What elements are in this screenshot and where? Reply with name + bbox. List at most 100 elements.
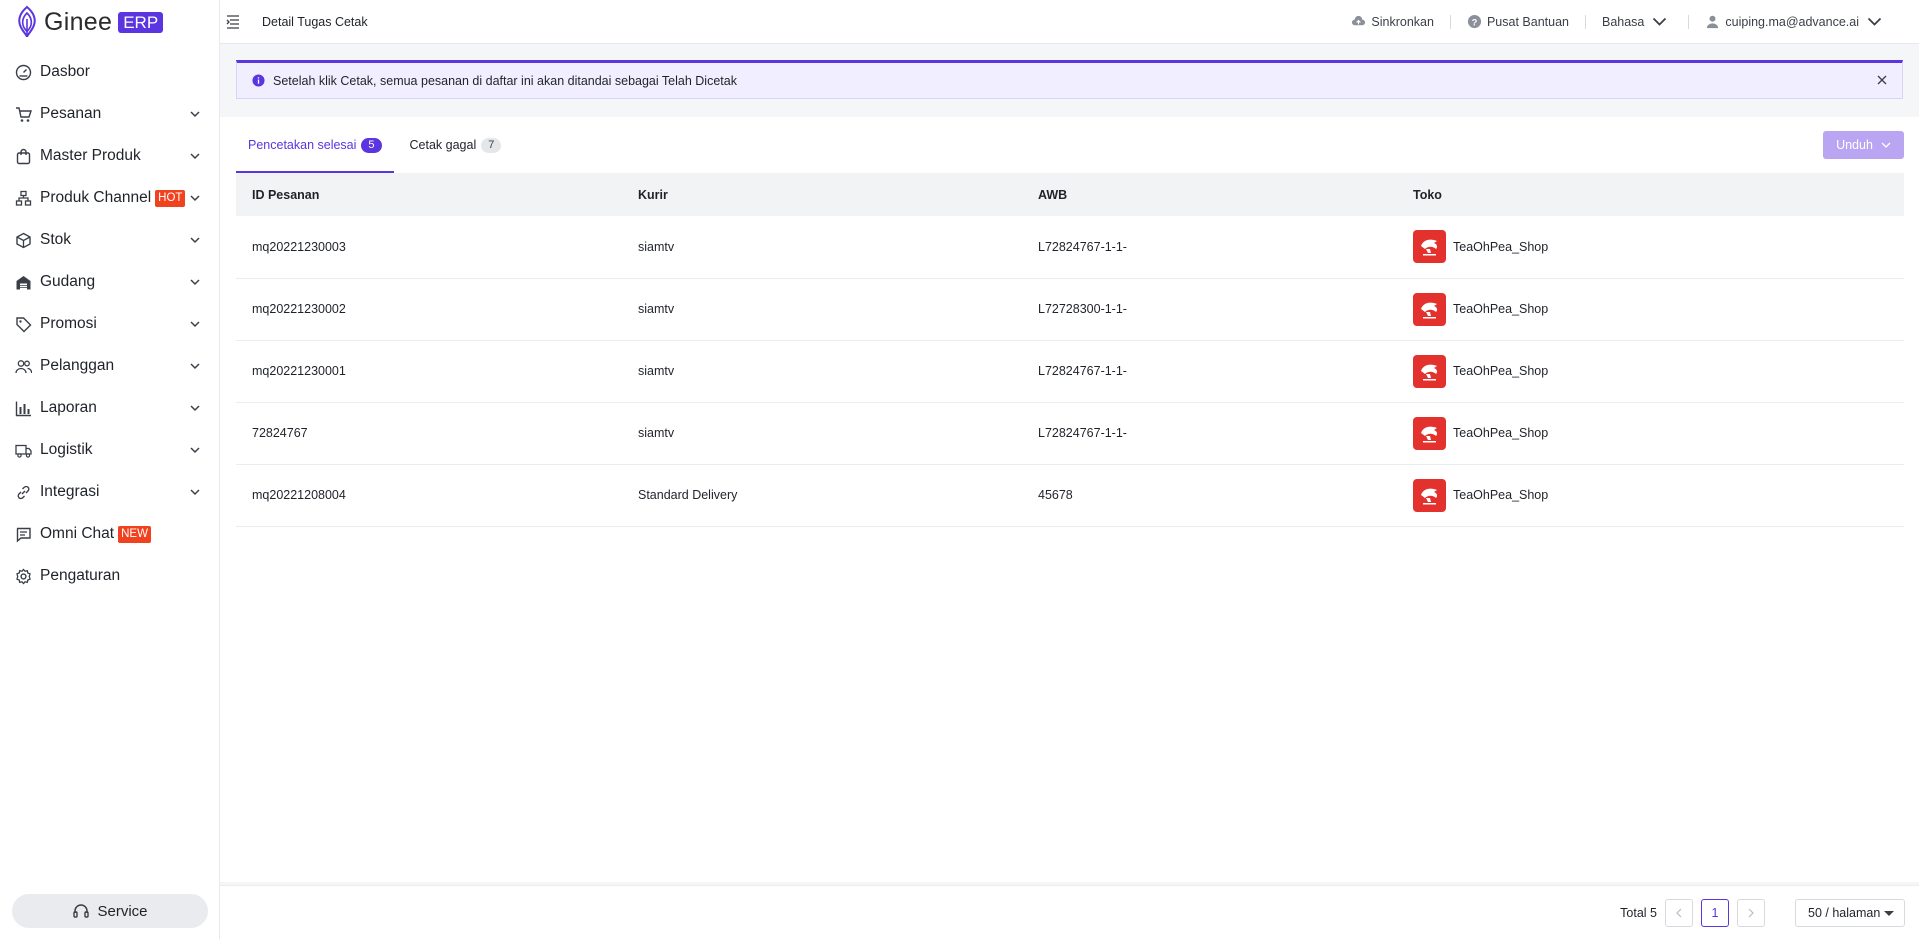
sidebar-item-label: Stok bbox=[40, 231, 72, 248]
dashboard-icon bbox=[15, 64, 32, 81]
pagination-bar: Total 5 1 50 / halaman bbox=[220, 885, 1919, 939]
menu-collapse-icon[interactable] bbox=[224, 13, 242, 31]
awb-cell: L72824767-1-1- bbox=[1022, 340, 1397, 403]
sidebar-item-pengaturan[interactable]: Pengaturan bbox=[0, 555, 219, 597]
chevron-down-icon bbox=[190, 363, 200, 370]
table-row[interactable]: mq20221208004 Standard Delivery 45678 TeaOh… bbox=[236, 464, 1904, 527]
header-divider bbox=[1584, 14, 1586, 29]
shop-cell: TeaOhPea_Shop bbox=[1397, 402, 1904, 465]
sidebar-item-gudang[interactable]: Gudang bbox=[0, 261, 219, 303]
orders-table: ID Pesanan Kurir AWB Toko mq20221230003 s… bbox=[236, 173, 1904, 527]
chevron-down-icon bbox=[1867, 17, 1882, 26]
table-row[interactable]: 72824767 siamtv L72824767-1-1- TeaOhPea_Sho… bbox=[236, 402, 1904, 465]
sidebar-item-laporan[interactable]: Laporan bbox=[0, 387, 219, 429]
shop-name: TeaOhPea_Shop bbox=[1453, 426, 1549, 440]
chevron-down-icon bbox=[190, 405, 200, 412]
user-menu[interactable]: cuiping.ma@advance.ai bbox=[1705, 14, 1887, 29]
new-badge: NEW bbox=[118, 525, 151, 543]
column-header-order-id[interactable]: ID Pesanan bbox=[236, 173, 622, 216]
service-button[interactable]: Service bbox=[12, 894, 208, 928]
table-row[interactable]: mq20221230003 siamtv L72824767-1-1- TeaOhPe… bbox=[236, 216, 1904, 279]
chevron-down-icon bbox=[190, 447, 200, 454]
download-button[interactable]: Unduh bbox=[1823, 131, 1904, 159]
sidebar-item-logistik[interactable]: Logistik bbox=[0, 429, 219, 471]
sidebar-item-label: Pesanan bbox=[40, 105, 102, 122]
page-title: Detail Tugas Cetak bbox=[262, 14, 368, 29]
info-alert: Setelah klik Cetak, semua pesanan di daf… bbox=[236, 60, 1903, 99]
tab-pencetakan-selesai[interactable]: Pencetakan selesai 5 bbox=[236, 117, 394, 173]
alert-message: Setelah klik Cetak, semua pesanan di daf… bbox=[273, 73, 737, 88]
order-id-cell[interactable]: mq20221230001 bbox=[236, 340, 622, 403]
order-id-cell[interactable]: mq20221230003 bbox=[236, 216, 622, 279]
chevron-down-icon bbox=[190, 111, 200, 118]
svg-text:?: ? bbox=[1472, 17, 1478, 27]
truck-icon bbox=[15, 442, 32, 459]
link-icon bbox=[15, 484, 32, 501]
tab-label: Cetak gagal bbox=[409, 138, 477, 152]
channel-icon bbox=[15, 190, 32, 207]
table-header-row: ID Pesanan Kurir AWB Toko bbox=[236, 173, 1904, 216]
shop-logo-icon bbox=[1413, 354, 1446, 388]
language-dropdown[interactable]: Bahasa bbox=[1602, 14, 1672, 29]
column-header-awb[interactable]: AWB bbox=[1022, 173, 1397, 216]
courier-cell: siamtv bbox=[622, 402, 1022, 465]
awb-cell: L72824767-1-1- bbox=[1022, 216, 1397, 279]
awb-cell: L72728300-1-1- bbox=[1022, 278, 1397, 341]
box-icon bbox=[15, 232, 32, 249]
sidebar-item-label: Integrasi bbox=[40, 483, 100, 500]
shop-logo-icon bbox=[1413, 478, 1446, 512]
next-page-button[interactable] bbox=[1737, 898, 1765, 927]
sidebar-item-pelanggan[interactable]: Pelanggan bbox=[0, 345, 219, 387]
sidebar-item-promosi[interactable]: Promosi bbox=[0, 303, 219, 345]
chat-icon bbox=[15, 526, 32, 543]
page-number-button[interactable]: 1 bbox=[1701, 898, 1729, 927]
ginee-logo-icon bbox=[18, 5, 36, 38]
page-size-select[interactable]: 50 / halaman bbox=[1795, 898, 1905, 927]
courier-cell: siamtv bbox=[622, 278, 1022, 341]
column-header-shop[interactable]: Toko bbox=[1397, 173, 1904, 216]
print-task-panel: Pencetakan selesai 5 Cetak gagal 7 Unduh ID… bbox=[220, 117, 1919, 882]
user-icon bbox=[1707, 15, 1719, 29]
sidebar-item-label: Laporan bbox=[40, 399, 97, 416]
order-id-cell[interactable]: mq20221208004 bbox=[236, 464, 622, 527]
chevron-down-icon bbox=[190, 195, 200, 202]
prev-page-button[interactable] bbox=[1665, 898, 1693, 927]
cloud-sync-icon bbox=[1352, 15, 1366, 26]
close-icon[interactable] bbox=[1876, 74, 1888, 86]
gear-icon bbox=[15, 568, 32, 585]
brand-tag: ERP bbox=[118, 11, 164, 33]
order-id-cell[interactable]: 72824767 bbox=[236, 402, 622, 465]
table-row[interactable]: mq20221230001 siamtv L72824767-1-1- TeaOhPe… bbox=[236, 340, 1904, 403]
table-row[interactable]: mq20221230002 siamtv L72728300-1-1- TeaOhPe… bbox=[236, 278, 1904, 341]
sidebar-item-stok[interactable]: Stok bbox=[0, 219, 219, 261]
status-tabs: Pencetakan selesai 5 Cetak gagal 7 bbox=[236, 117, 517, 173]
sidebar-item-label: Pelanggan bbox=[40, 357, 115, 374]
users-icon bbox=[15, 358, 32, 375]
tab-cetak-gagal[interactable]: Cetak gagal 7 bbox=[398, 117, 514, 173]
bar-chart-icon bbox=[15, 400, 32, 417]
sidebar-item-master-produk[interactable]: Master Produk bbox=[0, 135, 219, 177]
brand-logo[interactable]: Ginee ERP bbox=[0, 0, 219, 44]
language-label: Bahasa bbox=[1601, 14, 1645, 29]
download-label: Unduh bbox=[1836, 138, 1873, 152]
shop-cell: TeaOhPea_Shop bbox=[1397, 464, 1904, 527]
shop-name: TeaOhPea_Shop bbox=[1453, 364, 1549, 378]
hot-badge: HOT bbox=[155, 189, 186, 207]
sidebar-item-omni-chat[interactable]: Omni Chat NEW bbox=[0, 513, 219, 555]
shop-cell: TeaOhPea_Shop bbox=[1397, 278, 1904, 341]
sidebar-item-pesanan[interactable]: Pesanan bbox=[0, 93, 219, 135]
brand-name: Ginee bbox=[44, 7, 113, 36]
header-divider bbox=[1449, 14, 1451, 29]
shop-name: TeaOhPea_Shop bbox=[1453, 488, 1549, 502]
sidebar-item-label: Pengaturan bbox=[40, 567, 121, 584]
sidebar-item-produk-channel[interactable]: Produk Channel HOT bbox=[0, 177, 219, 219]
help-center-link[interactable]: ? Pusat Bantuan bbox=[1467, 14, 1569, 29]
sync-button[interactable]: Sinkronkan bbox=[1351, 14, 1434, 29]
order-id-cell[interactable]: mq20221230002 bbox=[236, 278, 622, 341]
sidebar-item-integrasi[interactable]: Integrasi bbox=[0, 471, 219, 513]
sidebar-item-label: Promosi bbox=[40, 315, 97, 332]
chevron-down-icon bbox=[190, 237, 200, 244]
column-header-courier[interactable]: Kurir bbox=[622, 173, 1022, 216]
sidebar-item-dasbor[interactable]: Dasbor bbox=[0, 51, 219, 93]
awb-cell: L72824767-1-1- bbox=[1022, 402, 1397, 465]
